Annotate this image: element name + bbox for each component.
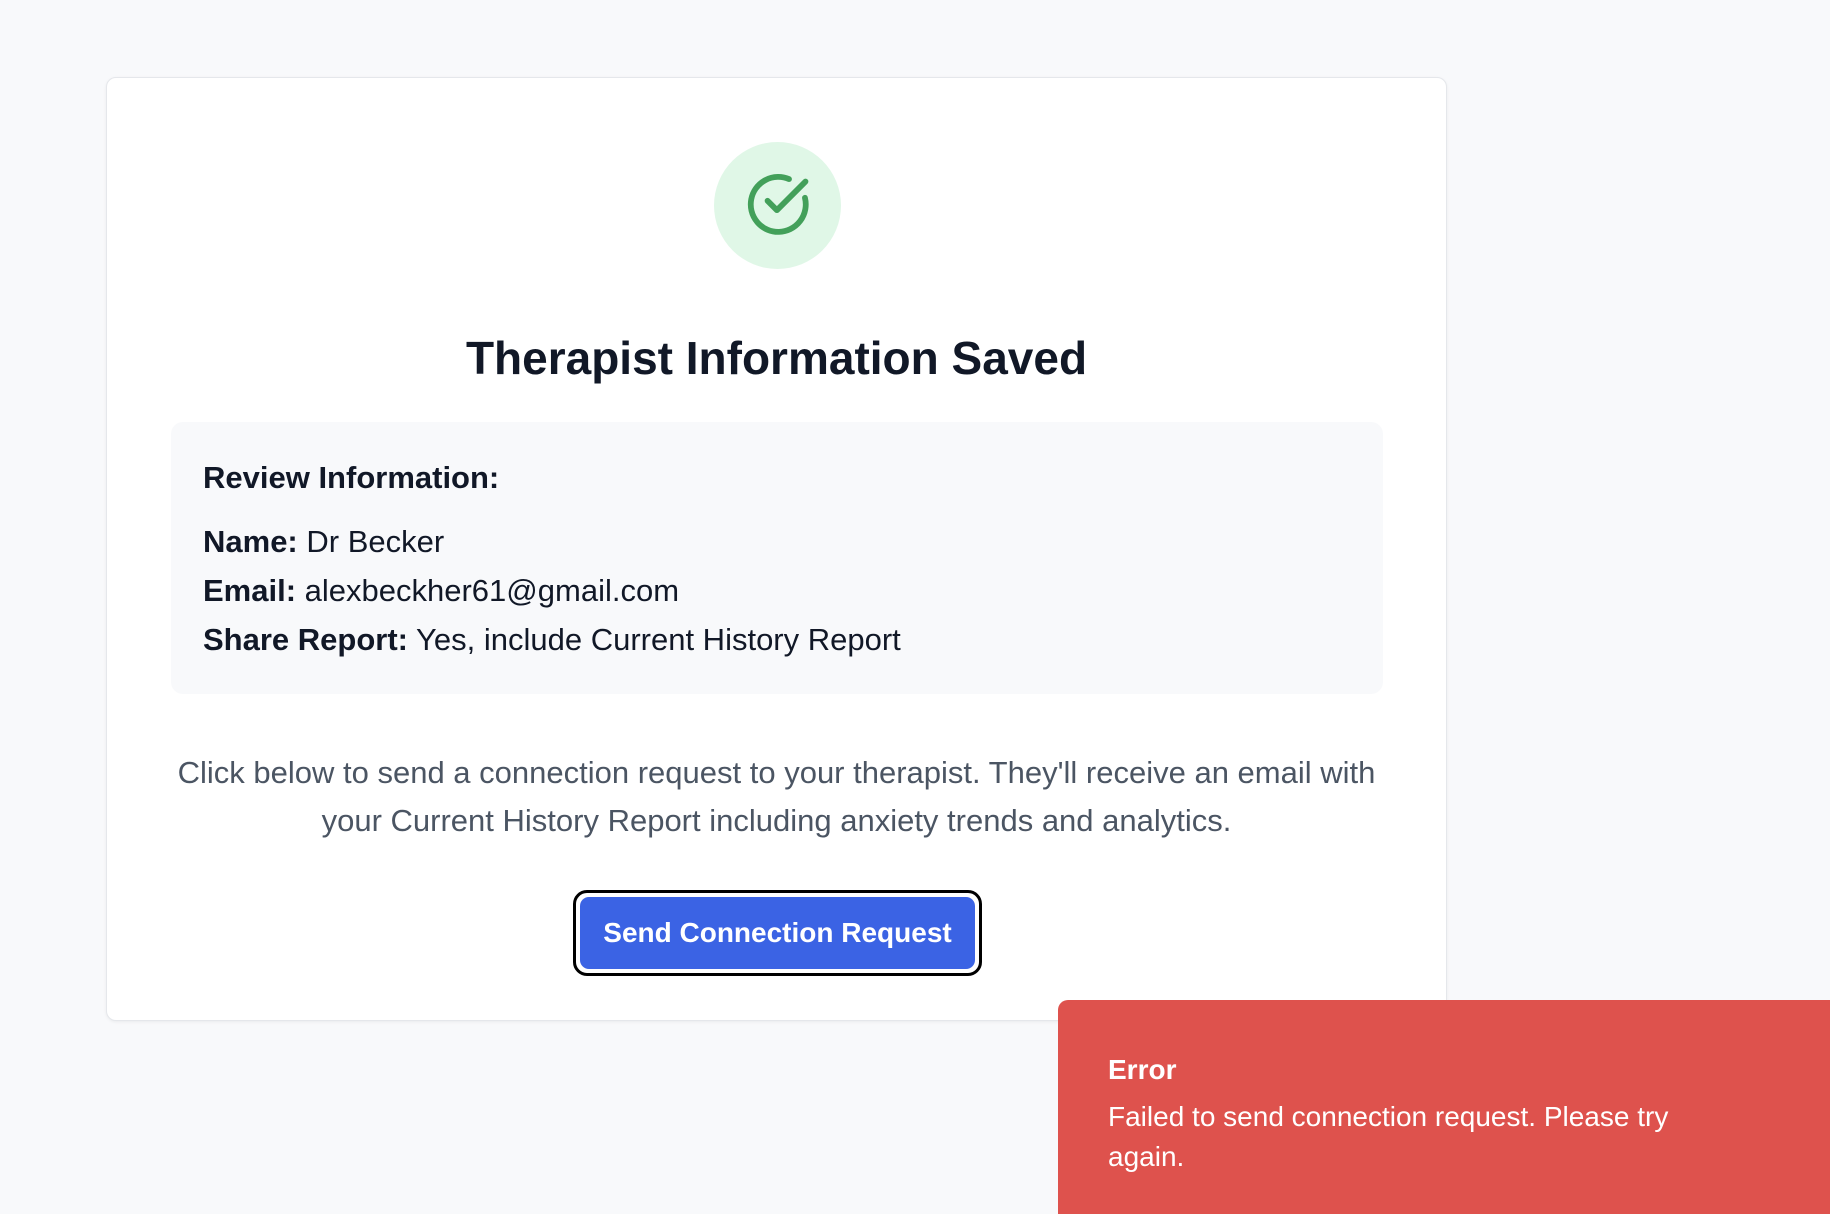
review-share-row: Share Report: Yes, include Current Histo… — [203, 620, 901, 660]
page-title: Therapist Information Saved — [465, 332, 1088, 384]
review-email-row: Email: alexbeckher61@gmail.com — [203, 571, 679, 611]
review-heading: Review Information: — [203, 460, 500, 495]
toast-message: Failed to send connection request. Pleas… — [1108, 1101, 1669, 1172]
success-badge — [714, 142, 841, 269]
share-report-value: Yes, include Current History Report — [416, 622, 901, 657]
toast-title: Error — [1108, 1054, 1177, 1085]
error-toast: Error Failed to send connection request.… — [1058, 1000, 1830, 1214]
email-label: Email: — [203, 573, 297, 608]
email-value: alexbeckher61@gmail.com — [304, 573, 680, 608]
check-circle-icon — [745, 170, 811, 241]
name-value: Dr Becker — [306, 524, 445, 559]
review-name-row: Name: Dr Becker — [203, 522, 444, 562]
therapist-saved-card: Therapist Information Saved Review Infor… — [106, 77, 1447, 1021]
send-connection-request-label: Send Connection Request — [580, 897, 975, 969]
review-information-panel: Review Information: Name: Dr Becker Emai… — [171, 422, 1383, 694]
send-connection-request-button[interactable]: Send Connection Request — [573, 890, 982, 976]
name-label: Name: — [203, 524, 298, 559]
share-report-label: Share Report: — [203, 622, 408, 657]
instructions-text: Click below to send a connection request… — [177, 755, 1376, 838]
